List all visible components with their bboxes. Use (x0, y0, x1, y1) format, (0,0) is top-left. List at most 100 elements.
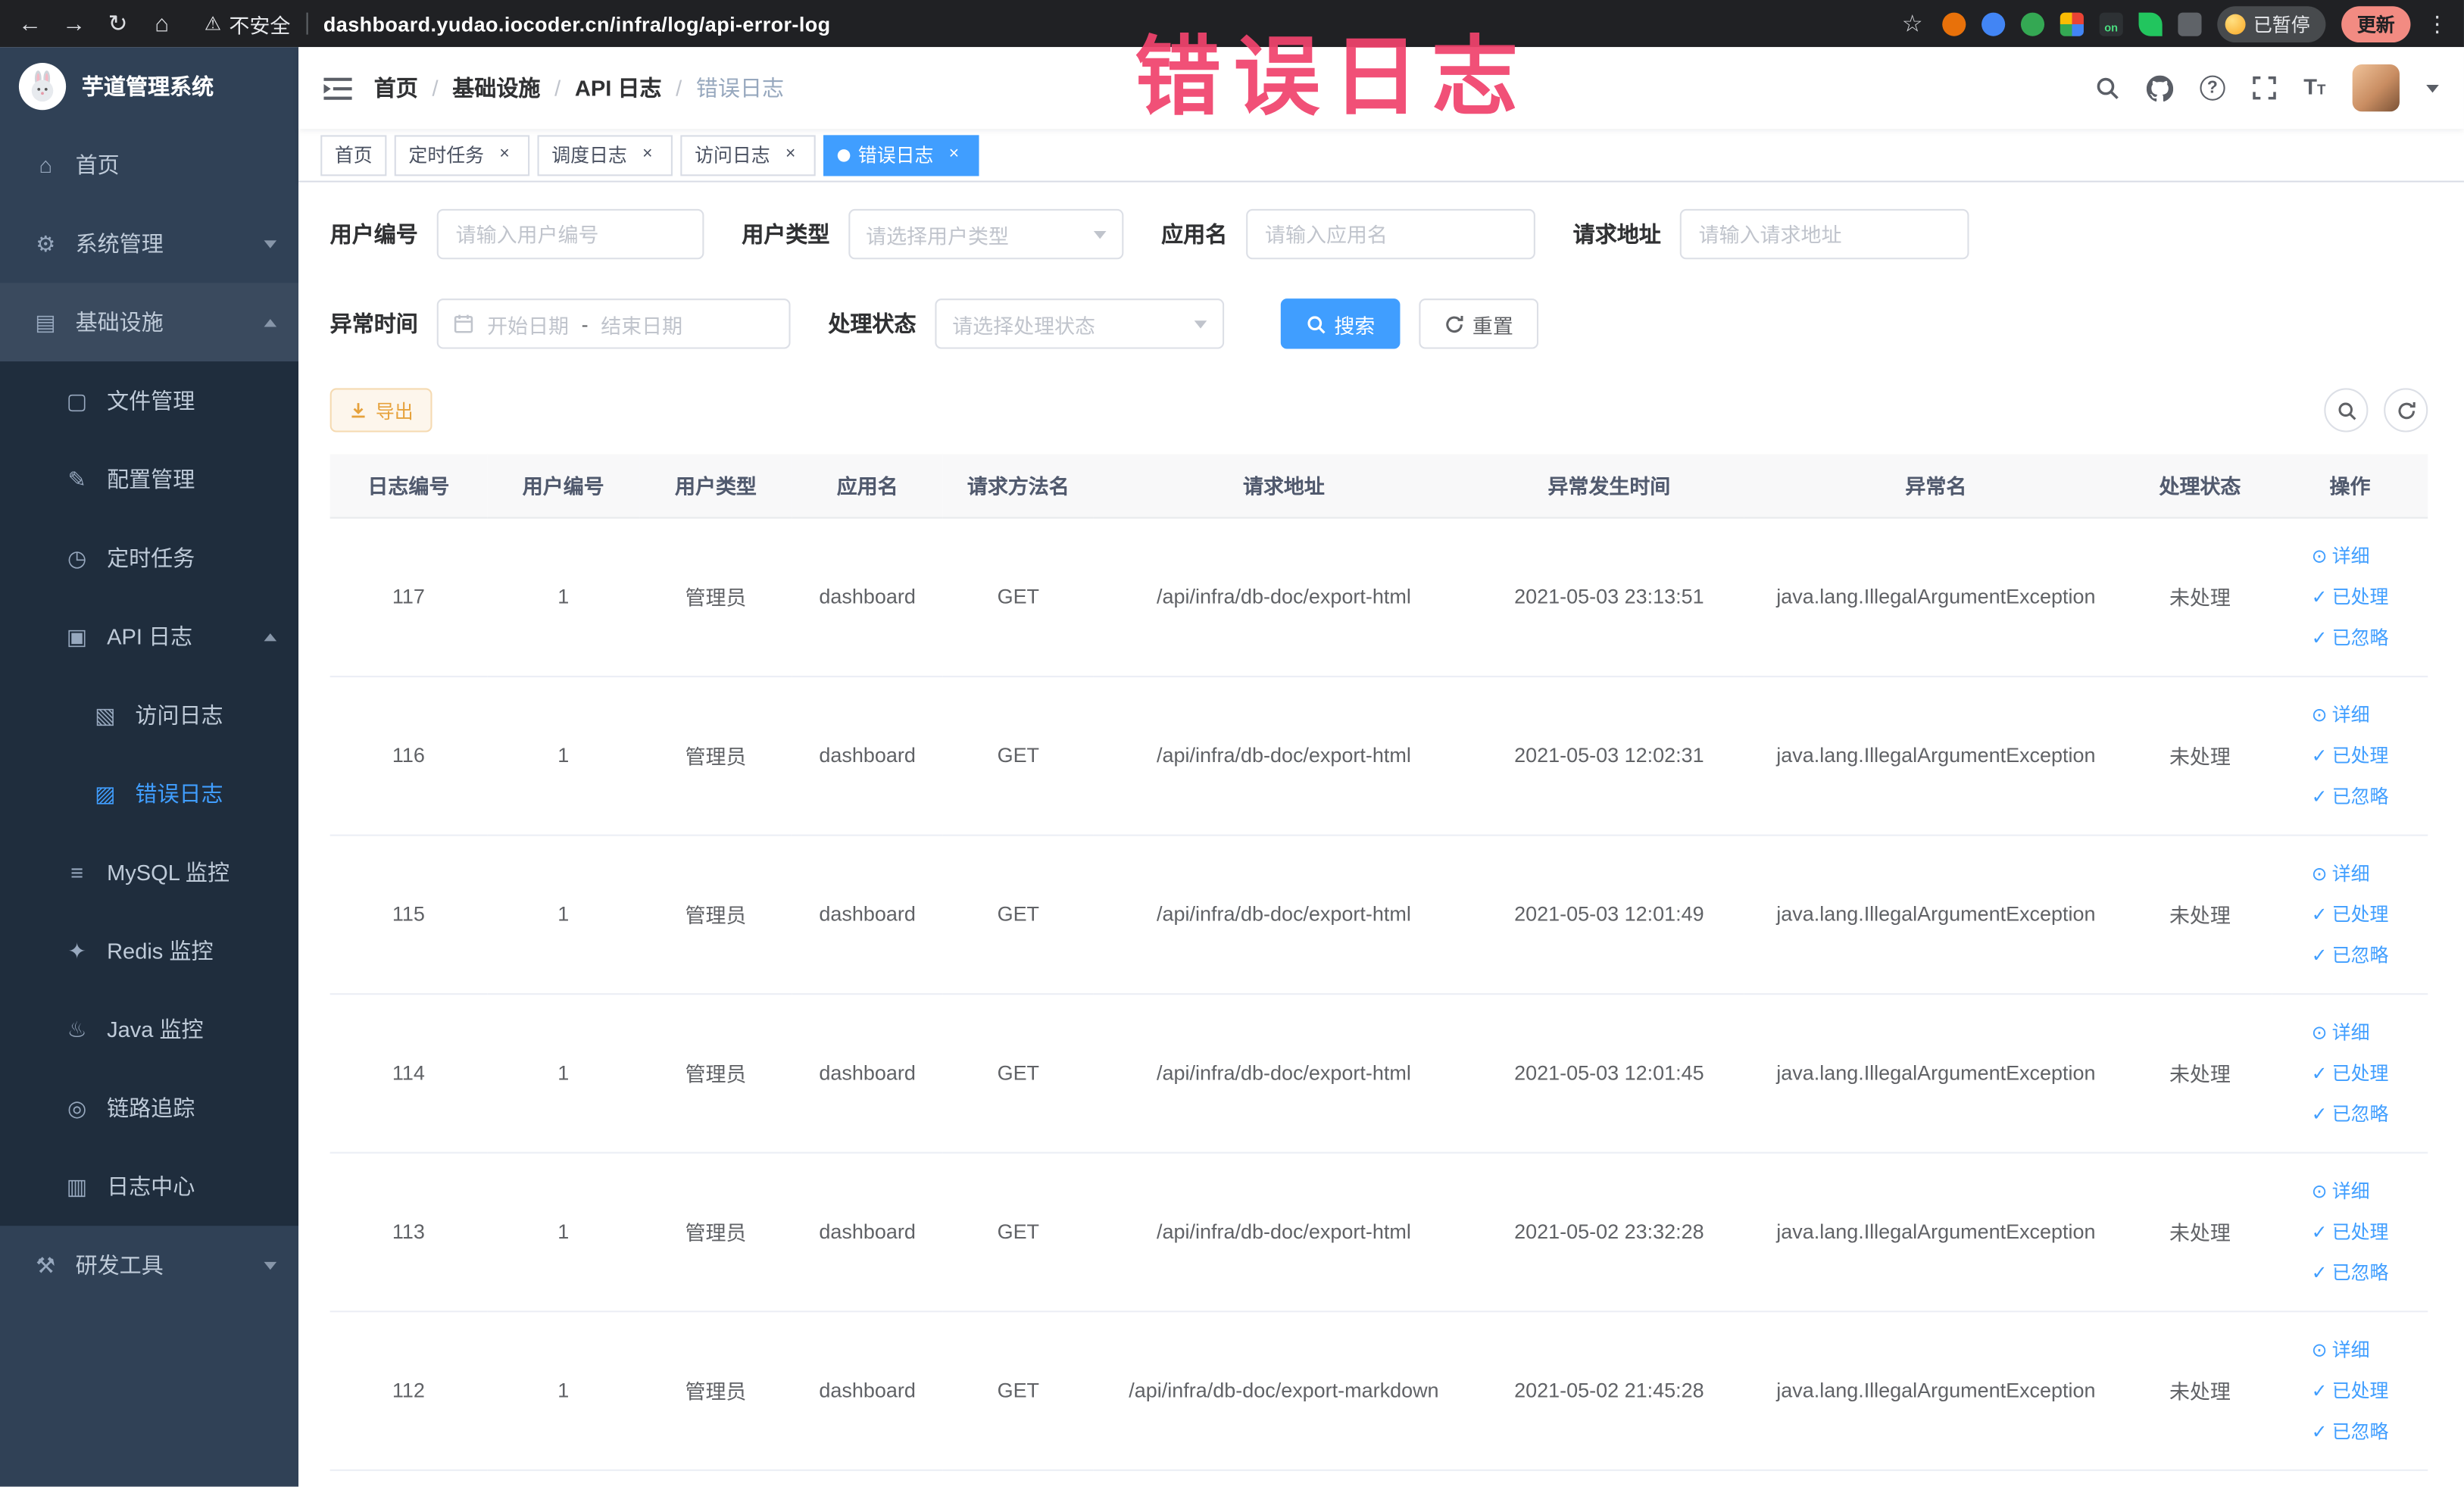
bookmark-star-icon[interactable]: ☆ (1898, 9, 1926, 38)
extension-blue-drop-icon[interactable] (1982, 11, 2006, 36)
detail-link[interactable]: ⊙ 详细 (2312, 694, 2389, 735)
ignored-link[interactable]: ✓ 已忽略 (2312, 776, 2389, 817)
request-url-input[interactable] (1679, 208, 1969, 260)
sidebar-item-label: 首页 (75, 152, 120, 178)
sidebar-item-infrastructure[interactable]: ▤ 基础设施 (0, 283, 299, 362)
extension-leaf-icon[interactable] (2138, 11, 2163, 36)
home-icon[interactable]: ⌂ (148, 10, 176, 36)
processed-link[interactable]: ✓ 已处理 (2312, 1052, 2389, 1093)
user-avatar[interactable] (2352, 64, 2400, 112)
sidebar-item-log-center[interactable]: ▥ 日志中心 (0, 1147, 298, 1226)
processed-link[interactable]: ✓ 已处理 (2312, 1370, 2389, 1410)
reload-icon[interactable]: ↻ (104, 9, 132, 38)
log-center-icon: ▥ (66, 1173, 88, 1198)
detail-link[interactable]: ⊙ 详细 (2312, 535, 2389, 576)
cell-actions: ⊙ 详细 ✓ 已处理 ✓ 已忽略 (2272, 993, 2428, 1153)
extension-proxy-on-icon[interactable]: on (2099, 11, 2123, 36)
ignored-link[interactable]: ✓ 已忽略 (2312, 934, 2389, 975)
search-button[interactable]: 搜索 (1280, 298, 1401, 349)
close-icon[interactable]: × (943, 144, 965, 166)
cell-method: GET (942, 517, 1094, 677)
sidebar-item-mysql-monitor[interactable]: ≡ MySQL 监控 (0, 833, 298, 912)
tab-schedule-log[interactable]: 调度日志 × (537, 134, 673, 176)
sidebar-item-api-log[interactable]: ▣ API 日志 (0, 597, 298, 676)
cell-exception-name: java.lang.IllegalArgumentException (1744, 1151, 2128, 1312)
view-icon: ⊙ (2311, 1179, 2328, 1202)
processed-link[interactable]: ✓ 已处理 (2312, 735, 2389, 776)
ignored-link[interactable]: ✓ 已忽略 (2312, 1251, 2389, 1292)
font-size-icon[interactable]: TT (2303, 74, 2325, 102)
sidebar-item-redis-monitor[interactable]: ✦ Redis 监控 (0, 911, 298, 990)
kebab-menu-icon[interactable]: ⋮ (2426, 10, 2448, 36)
cell-status: 未处理 (2128, 517, 2272, 677)
extension-grid-icon[interactable] (2060, 11, 2084, 36)
tab-scheduled-task[interactable]: 定时任务 × (394, 134, 530, 176)
tab-home[interactable]: 首页 (320, 134, 387, 176)
export-button[interactable]: 导出 (329, 388, 433, 433)
address-url[interactable]: dashboard.yudao.iocoder.cn/infra/log/api… (323, 12, 831, 36)
sidebar-item-system-mgmt[interactable]: ⚙ 系统管理 (0, 205, 298, 283)
ignored-link[interactable]: ✓ 已忽略 (2312, 1093, 2389, 1134)
security-badge[interactable]: ⚠ 不安全 (205, 8, 291, 38)
end-date-placeholder: 结束日期 (601, 313, 683, 338)
process-status-select[interactable]: 请选择处理状态 (935, 298, 1225, 349)
close-icon[interactable]: × (493, 144, 515, 166)
processed-link[interactable]: ✓ 已处理 (2312, 1211, 2389, 1251)
filter-process-status: 处理状态 请选择处理状态 (828, 298, 1225, 349)
table-row: 116 1 管理员 dashboard GET /api/infra/db-do… (329, 676, 2428, 836)
sidebar-item-devtools[interactable]: ⚒ 研发工具 (0, 1226, 298, 1304)
caret-down-icon[interactable] (2426, 83, 2439, 92)
user-type-select[interactable]: 请选择用户类型 (848, 208, 1124, 260)
extension-puzzle-icon[interactable] (2178, 11, 2202, 36)
extension-green-icon[interactable] (2020, 11, 2044, 36)
github-icon[interactable] (2146, 74, 2174, 102)
tab-error-log[interactable]: 错误日志 × (823, 134, 979, 176)
ignored-link[interactable]: ✓ 已忽略 (2312, 617, 2389, 658)
cell-actions: ⊙ 详细 ✓ 已处理 ✓ 已忽略 (2272, 1310, 2428, 1470)
toggle-search-button[interactable] (2324, 388, 2369, 433)
table-row: 113 1 管理员 dashboard GET /api/infra/db-do… (329, 1151, 2428, 1312)
refresh-button[interactable] (2384, 388, 2428, 433)
tab-access-log[interactable]: 访问日志 × (680, 134, 816, 176)
sidebar-item-file-mgmt[interactable]: ▢ 文件管理 (0, 361, 298, 440)
detail-link[interactable]: ⊙ 详细 (2312, 852, 2389, 893)
fullscreen-icon[interactable] (2252, 76, 2277, 101)
help-icon[interactable]: ? (2200, 75, 2225, 101)
sidebar-toggle-icon[interactable] (323, 77, 352, 100)
sidebar-item-error-log[interactable]: ▨ 错误日志 (0, 754, 298, 833)
chevron-down-icon (264, 1261, 277, 1270)
reset-button[interactable]: 重置 (1419, 298, 1539, 349)
sidebar-item-config-mgmt[interactable]: ✎ 配置管理 (0, 440, 298, 519)
breadcrumb-home[interactable]: 首页 (374, 72, 418, 103)
sidebar-item-home[interactable]: ⌂ 首页 (0, 126, 298, 205)
forward-icon[interactable]: → (60, 10, 88, 36)
table-row: 117 1 管理员 dashboard GET /api/infra/db-do… (329, 517, 2428, 677)
detail-link[interactable]: ⊙ 详细 (2312, 1170, 2389, 1211)
processed-link[interactable]: ✓ 已处理 (2312, 576, 2389, 617)
app-logo[interactable]: 芋道管理系统 (0, 47, 298, 126)
close-icon[interactable]: × (779, 144, 801, 166)
back-icon[interactable]: ← (16, 10, 44, 36)
sidebar-item-access-log[interactable]: ▧ 访问日志 (0, 676, 298, 754)
close-icon[interactable]: × (636, 144, 658, 166)
detail-link[interactable]: ⊙ 详细 (2312, 1329, 2389, 1370)
user-id-input[interactable] (436, 208, 704, 260)
app-name-input[interactable] (1246, 208, 1535, 260)
col-exception-time: 异常发生时间 (1473, 454, 1744, 518)
extension-orange-icon[interactable] (1942, 11, 1966, 36)
exception-time-range[interactable]: 开始日期 - 结束日期 (436, 298, 791, 349)
sidebar-item-scheduled-task[interactable]: ◷ 定时任务 (0, 519, 298, 598)
view-icon: ⊙ (2311, 861, 2328, 884)
cell-actions: ⊙ 详细 ✓ 已处理 ✓ 已忽略 (2272, 1151, 2428, 1312)
sidebar-item-link-trace[interactable]: ◎ 链路追踪 (0, 1069, 298, 1148)
detail-link[interactable]: ⊙ 详细 (2312, 1011, 2389, 1052)
update-button[interactable]: 更新 (2341, 5, 2411, 42)
processed-link[interactable]: ✓ 已处理 (2312, 893, 2389, 934)
ignored-link[interactable]: ✓ 已忽略 (2312, 1410, 2389, 1451)
paused-badge[interactable]: 已暂停 (2217, 5, 2326, 42)
breadcrumb-api-log: API 日志 (574, 75, 662, 101)
clock-icon: ◷ (67, 544, 87, 570)
sidebar-item-java-monitor[interactable]: ♨ Java 监控 (0, 990, 298, 1069)
col-method: 请求方法名 (942, 454, 1094, 518)
search-icon[interactable] (2094, 76, 2119, 101)
